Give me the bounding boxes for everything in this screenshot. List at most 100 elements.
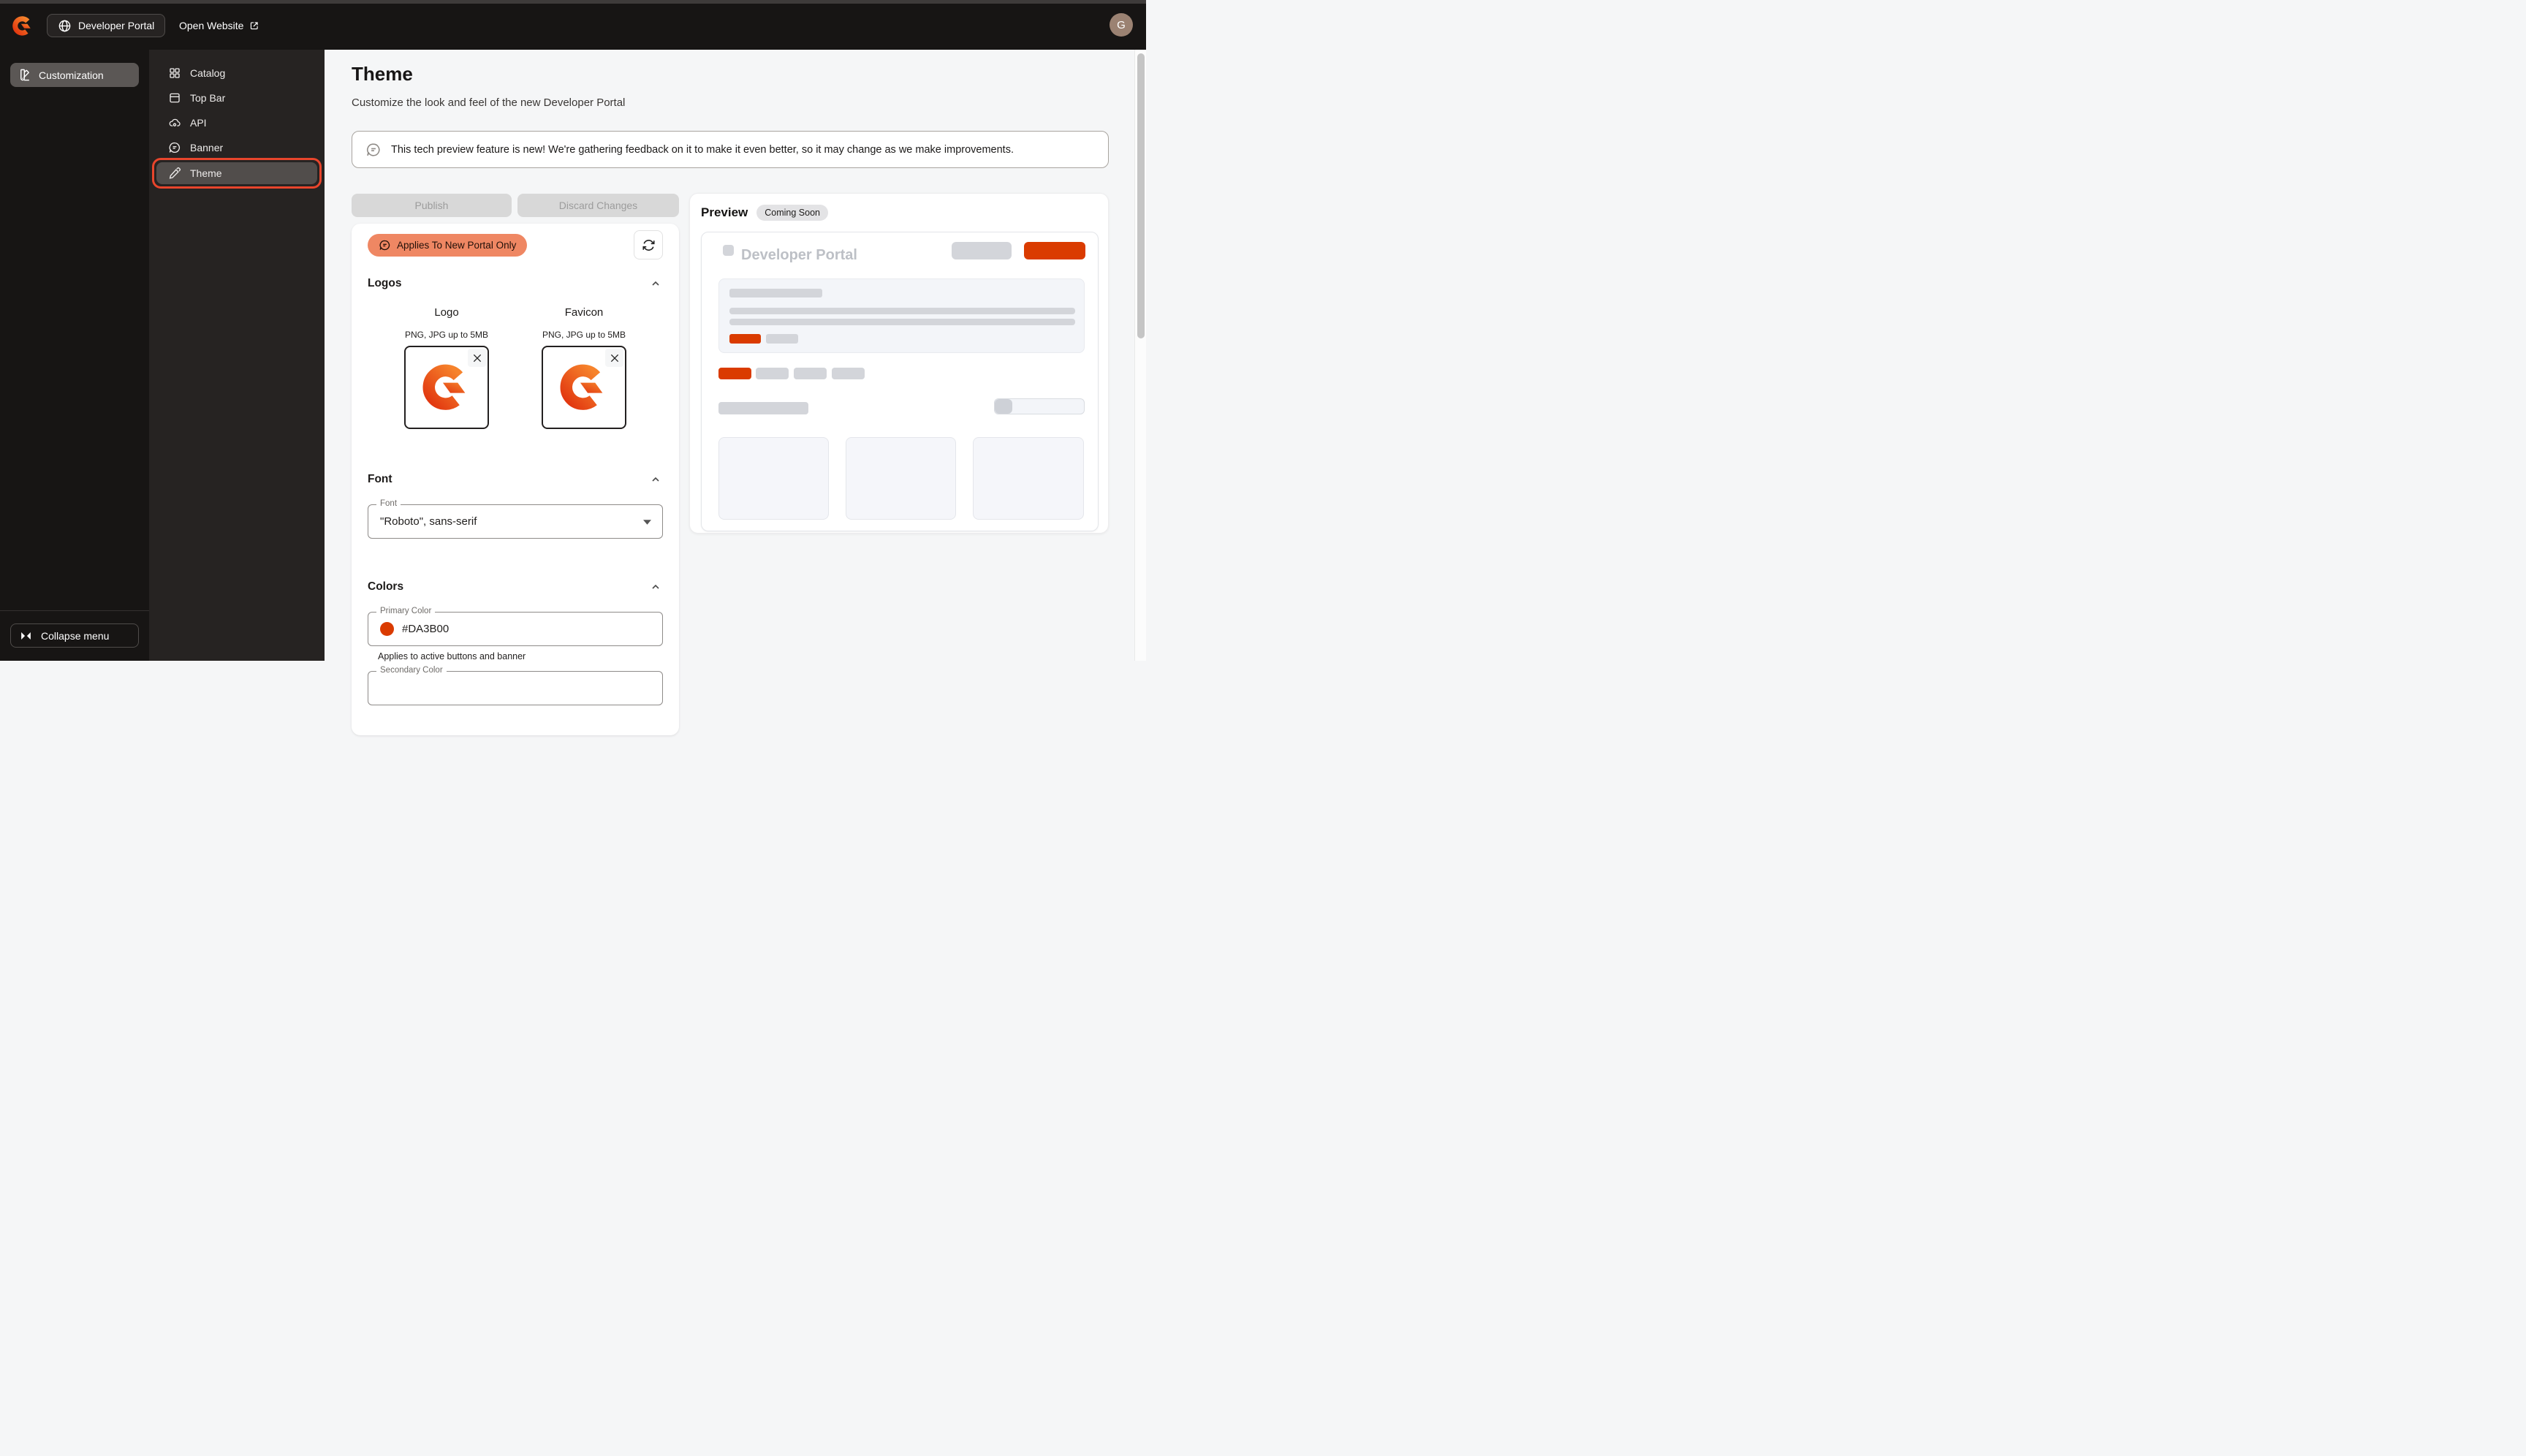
remove-favicon-button[interactable] <box>605 349 623 367</box>
submenu-item-banner[interactable]: Banner <box>156 137 317 158</box>
user-avatar[interactable]: G <box>1110 13 1133 37</box>
primary-color-field[interactable]: Primary Color #DA3B00 <box>368 607 663 646</box>
primary-color-label: Primary Color <box>376 607 436 615</box>
submenu-item-label: Banner <box>190 142 224 153</box>
customization-submenu: Catalog Top Bar API Banner Theme <box>149 50 325 661</box>
page-title: Theme <box>352 63 413 85</box>
theme-eyedropper-icon <box>169 167 181 179</box>
primary-color-hint: Applies to active buttons and banner <box>378 651 526 661</box>
submenu-item-top-bar[interactable]: Top Bar <box>156 88 317 108</box>
sidebar-item-label: Customization <box>39 69 104 81</box>
collapse-menu-button[interactable]: Collapse menu <box>10 623 139 648</box>
font-field-value: "Roboto", sans-serif <box>380 515 477 528</box>
favicon-upload-hint: PNG, JPG up to 5MB <box>542 330 626 340</box>
theme-settings-card: Applies To New Portal Only Logos Logo PN… <box>352 224 679 735</box>
submenu-item-label: Catalog <box>190 67 226 79</box>
uploaded-favicon-image <box>560 364 603 410</box>
window-top-strip <box>0 0 1146 4</box>
portal-preview-mockup: Developer Portal <box>701 232 1099 531</box>
favicon-upload-box[interactable] <box>542 346 626 429</box>
chevron-up-icon <box>652 477 659 482</box>
publish-button[interactable]: Publish <box>352 194 512 217</box>
uploaded-logo-image <box>422 364 466 410</box>
submenu-item-api[interactable]: API <box>156 113 317 133</box>
page-subtitle: Customize the look and feel of the new D… <box>352 96 626 109</box>
colors-section-title: Colors <box>368 580 404 593</box>
mock-tab-placeholder <box>756 368 789 379</box>
mock-portal-title: Developer Portal <box>741 247 857 263</box>
font-select[interactable]: Font "Roboto", sans-serif <box>368 499 663 539</box>
primary-color-swatch[interactable] <box>380 622 394 636</box>
font-collapse-button[interactable] <box>648 472 663 487</box>
banner-message-icon <box>169 142 181 153</box>
topbar-window-icon <box>170 93 180 103</box>
tech-preview-notice: This tech preview feature is new! We're … <box>352 131 1109 168</box>
chip-message-icon <box>379 240 390 251</box>
primary-sidebar: Customization Collapse menu <box>0 50 149 661</box>
sidebar-item-customization[interactable]: Customization <box>10 63 139 87</box>
mock-text-line-placeholder <box>729 308 1075 314</box>
chevron-up-icon <box>652 281 659 286</box>
mock-input-thumb <box>995 399 1012 414</box>
external-link-icon <box>251 22 259 30</box>
submenu-item-label: API <box>190 117 207 129</box>
collapse-menu-label: Collapse menu <box>41 629 110 642</box>
mock-secondary-button-placeholder <box>952 242 1012 259</box>
logo-upload-column: Logo PNG, JPG up to 5MB <box>404 306 489 429</box>
chevron-up-icon <box>652 584 659 589</box>
logos-section-title: Logos <box>368 277 402 289</box>
open-website-label: Open Website <box>179 20 244 31</box>
scrollbar-thumb[interactable] <box>1137 53 1145 338</box>
mock-primary-button-placeholder <box>1024 242 1085 259</box>
coming-soon-badge: Coming Soon <box>756 205 829 221</box>
favicon-upload-column: Favicon PNG, JPG up to 5MB <box>542 306 626 429</box>
mock-text-bar-placeholder <box>718 402 808 414</box>
remove-logo-button[interactable] <box>468 349 486 367</box>
notice-text: This tech preview feature is new! We're … <box>391 143 1014 156</box>
swatch-icon <box>20 69 29 81</box>
collapse-arrows-icon <box>21 632 31 640</box>
primary-color-value: #DA3B00 <box>402 623 450 635</box>
mock-logo-placeholder <box>723 245 734 256</box>
submenu-item-catalog[interactable]: Catalog <box>156 63 317 83</box>
colors-collapse-button[interactable] <box>648 580 663 594</box>
submenu-item-theme[interactable]: Theme <box>152 158 322 189</box>
main-content: Theme Customize the look and feel of the… <box>325 50 1134 735</box>
logos-collapse-button[interactable] <box>648 276 663 291</box>
font-section-title: Font <box>368 473 392 485</box>
close-icon <box>473 354 481 362</box>
applies-to-new-portal-chip: Applies To New Portal Only <box>368 234 528 257</box>
chip-label: Applies To New Portal Only <box>397 240 517 251</box>
secondary-color-field[interactable]: Secondary Color <box>368 666 663 705</box>
globe-icon <box>58 20 71 31</box>
mock-tab-placeholder <box>832 368 865 379</box>
feedback-message-icon <box>366 143 380 156</box>
logo-upload-hint: PNG, JPG up to 5MB <box>404 330 489 340</box>
submenu-item-label: Top Bar <box>190 92 226 104</box>
discard-changes-button[interactable]: Discard Changes <box>517 194 679 217</box>
secondary-color-label: Secondary Color <box>376 666 447 675</box>
logo-upload-label: Logo <box>434 306 459 319</box>
mock-hero-secondary-button <box>766 334 798 344</box>
mock-text-line-placeholder <box>729 319 1075 325</box>
mock-tab-placeholder <box>794 368 827 379</box>
font-field-label: Font <box>376 499 401 508</box>
gravitee-logo-icon <box>12 16 31 36</box>
submenu-item-label: Theme <box>190 167 222 179</box>
mock-hero-section <box>718 278 1085 353</box>
mock-card-placeholder <box>846 437 956 520</box>
sidebar-footer: Collapse menu <box>0 610 149 661</box>
avatar-initial: G <box>1117 18 1126 31</box>
close-icon <box>610 354 618 362</box>
dropdown-caret-icon <box>643 520 651 525</box>
logo-upload-box[interactable] <box>404 346 489 429</box>
mock-active-tab-placeholder <box>718 368 751 379</box>
portal-switcher-button[interactable]: Developer Portal <box>47 14 166 37</box>
open-website-link[interactable]: Open Website <box>179 14 259 37</box>
reset-refresh-button[interactable] <box>634 230 663 259</box>
vertical-scrollbar[interactable] <box>1134 50 1146 661</box>
favicon-upload-label: Favicon <box>564 306 604 319</box>
mock-input-placeholder <box>994 398 1085 414</box>
mock-hero-title-placeholder <box>729 289 822 297</box>
portal-switcher-label: Developer Portal <box>78 20 155 31</box>
